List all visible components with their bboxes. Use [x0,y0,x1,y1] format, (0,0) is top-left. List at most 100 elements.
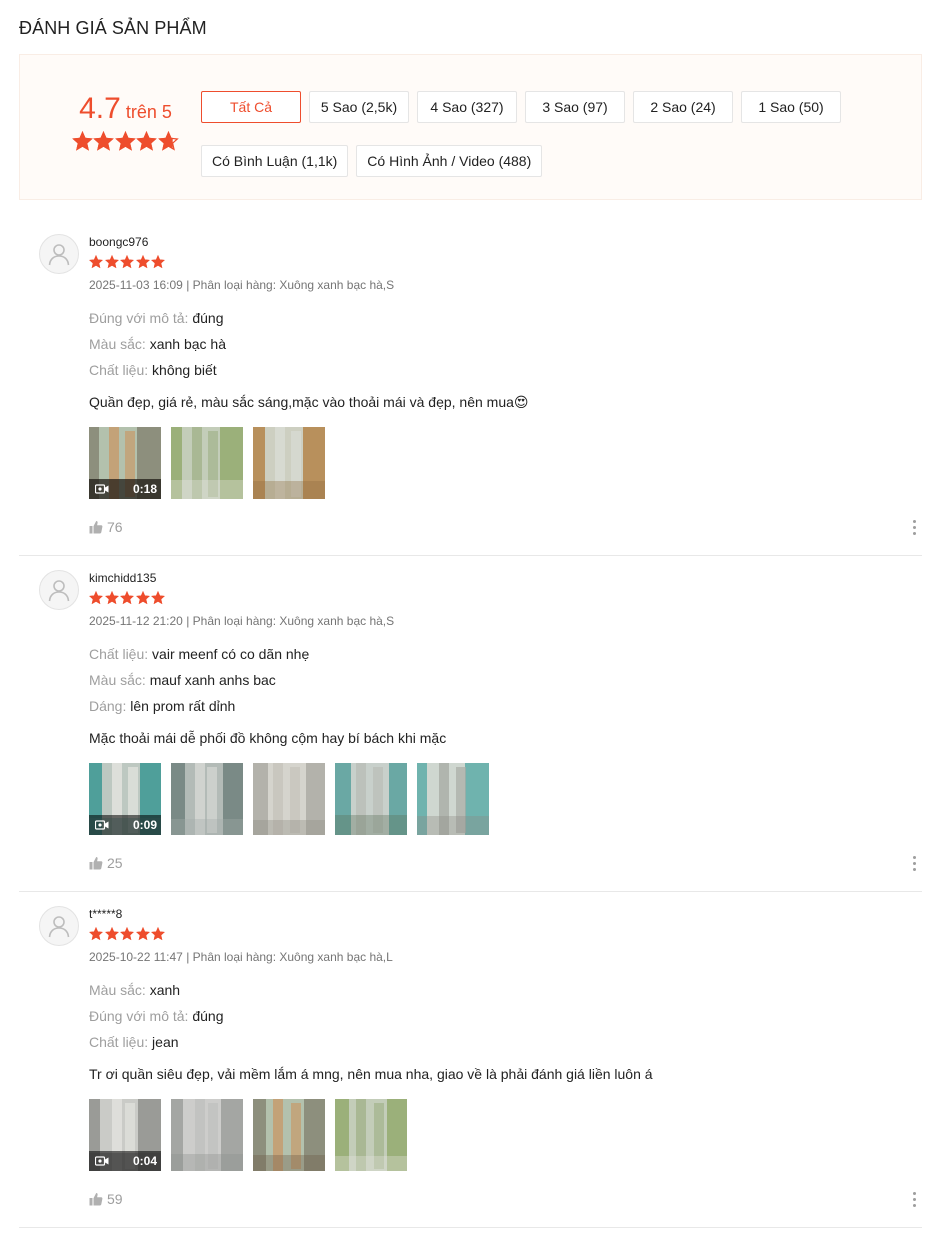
attribute-value: không biết [152,362,217,378]
filter-button[interactable]: Có Bình Luận (1,1k) [201,145,349,177]
review-photo[interactable] [253,427,325,499]
star-icon [93,131,115,151]
star-icon [120,927,134,941]
photo-image [253,427,325,499]
review-item: boongc976 2025-11-03 16:09 | Phân loại hà… [19,220,922,556]
filter-button[interactable]: 2 Sao (24) [633,91,733,123]
rating-filters: Tất Cả 5 Sao (2,5k) 4 Sao (327) 3 Sao (97) 2… [201,91,881,199]
filter-button[interactable]: Có Hình Ảnh / Video (488) [356,145,543,177]
review-attribute: Chất liệu: jean [89,1033,922,1051]
attribute-value: xanh bạc hà [149,336,226,352]
photo-image [171,763,243,835]
star-icon [151,927,165,941]
like-button[interactable]: 25 [89,855,123,871]
product-ratings: ĐÁNH GIÁ SẢN PHẨM 4.7 trên 5 Tất Cả 5 Sao… [0,0,946,1228]
more-options-icon[interactable] [906,1189,922,1209]
photo-image [253,1099,325,1171]
filter-button[interactable]: 5 Sao (2,5k) [309,91,409,123]
photo-image [335,1099,407,1171]
avatar[interactable] [39,906,79,946]
review-attribute: Màu sắc: mauf xanh anhs bac [89,671,922,689]
like-count: 59 [107,1191,123,1207]
photo-image [417,763,489,835]
review-attribute: Màu sắc: xanh [89,981,922,999]
review-media: 0:09 [89,763,922,835]
review-photo[interactable] [253,1099,325,1171]
video-bar: 0:04 [89,1151,161,1171]
like-button[interactable]: 59 [89,1191,123,1207]
review-meta: 2025-11-12 21:20 | Phân loại hàng: Xuông… [89,614,395,628]
filter-button[interactable]: 1 Sao (50) [741,91,841,123]
attribute-label: Đúng với mô tả: [89,310,189,326]
attribute-label: Đúng với mô tả: [89,1008,189,1024]
review-attributes: Đúng với mô tả: đúng Màu sắc: xanh bạc hà… [89,309,922,379]
review-comment: Mặc thoải mái dễ phối đồ không cộm hay b… [89,730,447,746]
review-media: 0:04 [89,1099,922,1171]
video-duration: 0:18 [132,482,157,496]
attribute-value: vair meenf có co dãn nhẹ [152,646,310,662]
star-icon [104,927,119,941]
thumbs-up-icon [89,1193,103,1206]
more-options-icon[interactable] [906,853,922,873]
attribute-label: Chất liệu: [89,646,149,662]
star-icon [120,255,134,269]
video-camera-icon [95,1156,109,1166]
review-attribute: Chất liệu: không biết [89,361,922,379]
review-actions: 76 [89,517,922,555]
filter-button[interactable]: 4 Sao (327) [417,91,517,123]
attribute-label: Màu sắc: [89,336,146,352]
like-button[interactable]: 76 [89,519,123,535]
attribute-value: jean [152,1034,179,1050]
review-stars [89,255,922,270]
review-attribute: Đúng với mô tả: đúng [89,1007,922,1025]
star-icon [151,591,165,605]
star-icon [71,131,93,151]
avatar[interactable] [39,234,79,274]
review-attributes: Màu sắc: xanh Đúng với mô tả: đúng Chất li… [89,981,922,1051]
photo-image [335,763,407,835]
review-photo[interactable] [171,1099,243,1171]
review-video[interactable]: 0:18 [89,427,161,499]
review-photo[interactable] [335,763,407,835]
review-meta: 2025-10-22 11:47 | Phân loại hàng: Xuông… [89,950,393,964]
review-media: 0:18 [89,427,922,499]
review-attribute: Dáng: lên prom rất dỉnh [89,697,922,715]
attribute-label: Dáng: [89,698,127,714]
review-stars [89,591,922,606]
review-photo[interactable] [171,763,243,835]
attribute-value: đúng [192,1008,224,1024]
review-video[interactable]: 0:04 [89,1099,161,1171]
average-stars [71,131,180,152]
star-icon [104,255,119,269]
review-video[interactable]: 0:09 [89,763,161,835]
more-options-icon[interactable] [906,517,922,537]
filter-button[interactable]: Tất Cả [201,91,301,123]
attribute-label: Chất liệu: [89,362,149,378]
review-attribute: Màu sắc: xanh bạc hà [89,335,922,353]
star-icon [89,255,103,269]
avatar[interactable] [39,570,79,610]
photo-image [171,427,243,499]
video-bar: 0:09 [89,815,161,835]
attribute-value: đúng [192,310,224,326]
user-avatar-icon [48,244,70,266]
user-avatar-icon [48,580,70,602]
video-camera-icon [95,820,109,830]
review-comment: Tr ơi quần siêu đẹp, vải mềm lắm á mng, … [89,1066,653,1082]
average-score: 4.7 [79,92,121,125]
review-list: boongc976 2025-11-03 16:09 | Phân loại hà… [19,220,922,1228]
review-username[interactable]: t*****8 [89,892,922,921]
star-icon [135,927,150,941]
review-item: t*****8 2025-10-22 11:47 | Phân loại hàng… [19,892,922,1228]
review-username[interactable]: boongc976 [89,220,922,249]
review-photo[interactable] [253,763,325,835]
review-photo[interactable] [171,427,243,499]
attribute-label: Màu sắc: [89,982,146,998]
attribute-label: Chất liệu: [89,1034,149,1050]
thumbs-up-icon [89,857,103,870]
review-photo[interactable] [417,763,489,835]
filter-button[interactable]: 3 Sao (97) [525,91,625,123]
review-username[interactable]: kimchidd135 [89,556,922,585]
score-line: 4.7 trên 5 [79,91,172,127]
review-photo[interactable] [335,1099,407,1171]
